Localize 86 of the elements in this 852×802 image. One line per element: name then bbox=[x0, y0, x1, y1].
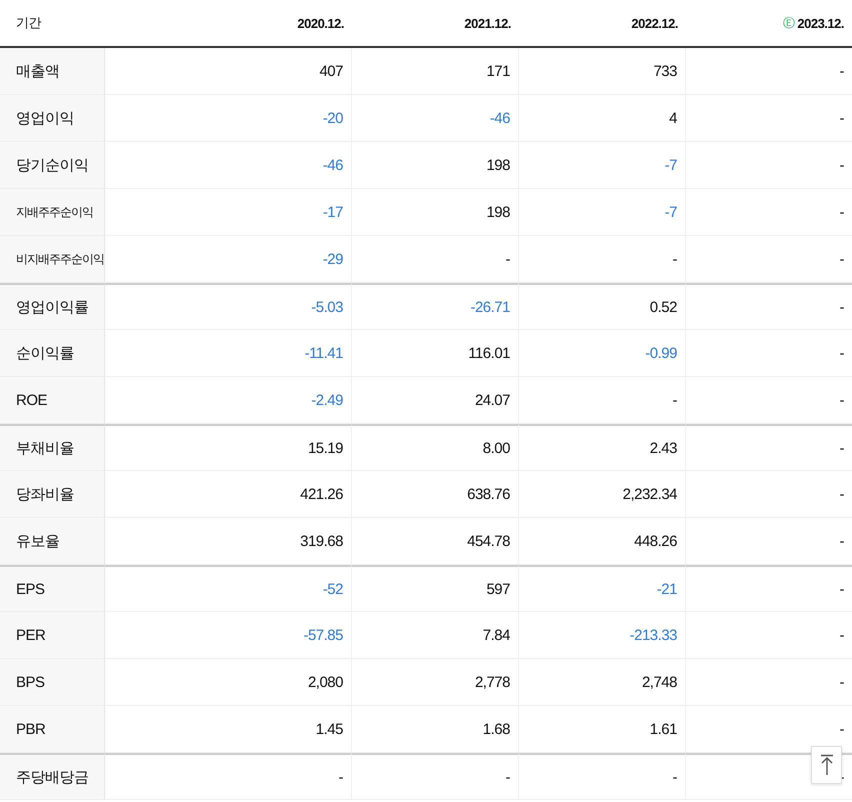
column-header: 2020.12. bbox=[297, 16, 344, 30]
table-cell: 448.26 bbox=[519, 518, 686, 565]
table-cell: - bbox=[686, 377, 852, 424]
column-header: 2021.12. bbox=[464, 16, 511, 30]
table-cell: - bbox=[105, 753, 352, 800]
table-cell: -52 bbox=[105, 565, 352, 612]
table-cell: 0.52 bbox=[519, 283, 686, 330]
table-cell: - bbox=[519, 236, 686, 283]
table-cell: 24.07 bbox=[352, 377, 519, 424]
table-cell: 116.01 bbox=[352, 330, 519, 377]
row-label: 지배주주순이익 bbox=[0, 189, 105, 236]
table-cell: 2.43 bbox=[519, 424, 686, 471]
table-cell: - bbox=[686, 424, 852, 471]
table-cell: 8.00 bbox=[352, 424, 519, 471]
table-cell: 4 bbox=[519, 95, 686, 142]
table-cell: 198 bbox=[352, 189, 519, 236]
table-cell: - bbox=[686, 189, 852, 236]
table-cell: - bbox=[519, 753, 686, 800]
table-cell: -17 bbox=[105, 189, 352, 236]
table-cell: -20 bbox=[105, 95, 352, 142]
table-cell: 171 bbox=[352, 48, 519, 95]
table-cell: 15.19 bbox=[105, 424, 352, 471]
table-cell: 733 bbox=[519, 48, 686, 95]
table-cell: 7.84 bbox=[352, 612, 519, 659]
table-cell: 638.76 bbox=[352, 471, 519, 518]
table-cell: 319.68 bbox=[105, 518, 352, 565]
column-header: 2022.12. bbox=[631, 16, 678, 30]
table-cell: -0.99 bbox=[519, 330, 686, 377]
table-cell: 1.68 bbox=[352, 706, 519, 753]
table-cell: 2,748 bbox=[519, 659, 686, 706]
table-cell: - bbox=[686, 612, 852, 659]
row-label: PER bbox=[0, 612, 105, 659]
table-cell: - bbox=[686, 330, 852, 377]
table-cell: - bbox=[519, 377, 686, 424]
table-cell: 198 bbox=[352, 142, 519, 189]
row-label: 순이익률 bbox=[0, 330, 105, 377]
table-cell: -46 bbox=[105, 142, 352, 189]
table-cell: -7 bbox=[519, 189, 686, 236]
row-label: 영업이익률 bbox=[0, 283, 105, 330]
table-cell: -2.49 bbox=[105, 377, 352, 424]
row-label: 유보율 bbox=[0, 518, 105, 565]
scroll-top-button[interactable] bbox=[811, 746, 842, 784]
column-header: 기간 bbox=[16, 14, 41, 32]
row-label: 당좌비율 bbox=[0, 471, 105, 518]
row-label: 부채비율 bbox=[0, 424, 105, 471]
table-cell: -7 bbox=[519, 142, 686, 189]
table-cell: - bbox=[352, 753, 519, 800]
table-cell: -29 bbox=[105, 236, 352, 283]
column-header: 2023.12. bbox=[797, 16, 844, 30]
table-cell: 2,080 bbox=[105, 659, 352, 706]
arrow-up-icon bbox=[820, 754, 834, 776]
table-cell: -213.33 bbox=[519, 612, 686, 659]
table-cell: 2,778 bbox=[352, 659, 519, 706]
table-cell: - bbox=[686, 283, 852, 330]
estimate-mark: Ⓔ bbox=[782, 14, 794, 32]
table-cell: 597 bbox=[352, 565, 519, 612]
table-cell: - bbox=[686, 659, 852, 706]
table-cell: 407 bbox=[105, 48, 352, 95]
table-cell: - bbox=[686, 48, 852, 95]
row-label: ROE bbox=[0, 377, 105, 424]
table-cell: - bbox=[686, 95, 852, 142]
table-cell: 454.78 bbox=[352, 518, 519, 565]
table-cell: -5.03 bbox=[105, 283, 352, 330]
table-cell: - bbox=[686, 471, 852, 518]
row-label: 당기순이익 bbox=[0, 142, 105, 189]
table-cell: - bbox=[686, 236, 852, 283]
row-label: EPS bbox=[0, 565, 105, 612]
table-cell: - bbox=[686, 518, 852, 565]
table-cell: -46 bbox=[352, 95, 519, 142]
table-cell: -21 bbox=[519, 565, 686, 612]
table-cell: 1.61 bbox=[519, 706, 686, 753]
row-label: 주당배당금 bbox=[0, 753, 105, 800]
table-cell: - bbox=[686, 565, 852, 612]
table-cell: - bbox=[686, 142, 852, 189]
table-cell: 1.45 bbox=[105, 706, 352, 753]
row-label: 비지배주주순이익 bbox=[0, 236, 105, 283]
table-cell: 421.26 bbox=[105, 471, 352, 518]
table-cell: - bbox=[352, 236, 519, 283]
table-cell: -57.85 bbox=[105, 612, 352, 659]
table-cell: -26.71 bbox=[352, 283, 519, 330]
table-cell: -11.41 bbox=[105, 330, 352, 377]
row-label: PBR bbox=[0, 706, 105, 753]
row-label: 매출액 bbox=[0, 48, 105, 95]
table-cell: 2,232.34 bbox=[519, 471, 686, 518]
row-label: 영업이익 bbox=[0, 95, 105, 142]
row-label: BPS bbox=[0, 659, 105, 706]
